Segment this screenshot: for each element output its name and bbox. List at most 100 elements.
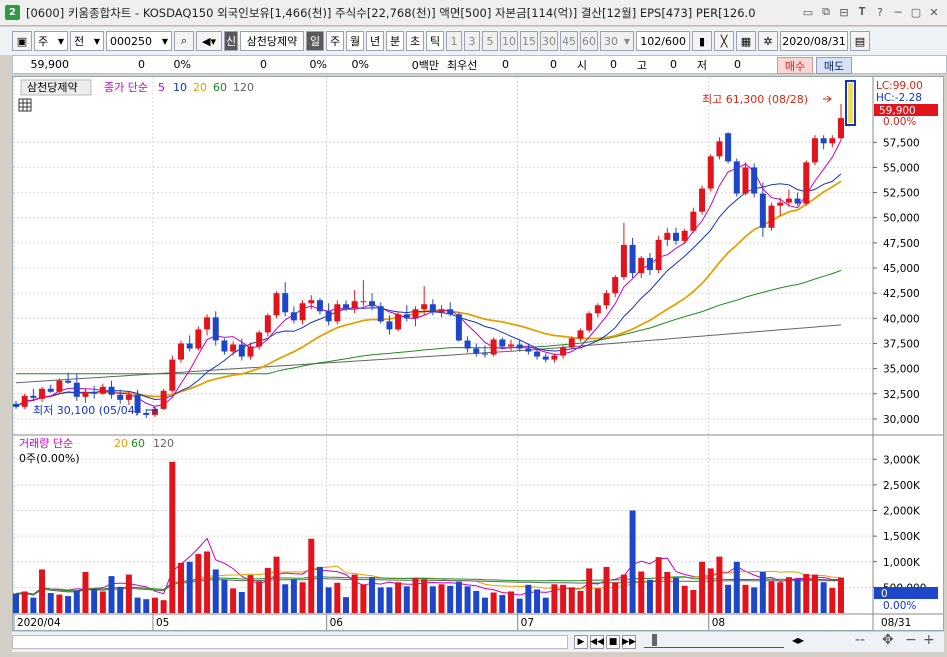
volume-bar xyxy=(838,577,844,613)
volume-legend-ma20: 20 xyxy=(114,437,128,450)
low-value: 0 xyxy=(734,58,741,71)
interval-value: 30 xyxy=(604,34,618,48)
volume-bar xyxy=(620,574,627,613)
zoom-in-icon[interactable]: + xyxy=(923,632,935,648)
dash-zoom-icon[interactable]: -- xyxy=(855,632,865,648)
save-screen-icon[interactable]: ⊟ xyxy=(837,4,851,20)
candle-body xyxy=(612,277,619,294)
tab-minute[interactable]: 분 xyxy=(386,31,404,51)
volume-bar xyxy=(204,551,211,613)
candle-body xyxy=(143,412,150,415)
date-input[interactable]: 2020/08/31 xyxy=(780,31,848,51)
sell-button[interactable]: 매도 xyxy=(816,57,852,74)
minute-option[interactable]: 10 xyxy=(500,31,518,51)
tab-week[interactable]: 주 xyxy=(326,31,344,51)
save-icon[interactable]: ▦ xyxy=(736,31,756,51)
interval-select[interactable]: 30 ▼ xyxy=(600,31,634,51)
zoom-out-icon[interactable]: − xyxy=(905,632,917,648)
candle-body xyxy=(73,382,80,397)
help-icon[interactable]: ? xyxy=(873,4,887,20)
candle-body xyxy=(499,339,506,347)
candle-body xyxy=(803,162,810,204)
window-title: [0600] 키움종합차트 - KOSDAQ150 외국인보유[1,466(천)… xyxy=(26,5,756,20)
candle-body xyxy=(221,340,228,352)
data-count-input[interactable]: 102/600 xyxy=(636,31,690,51)
volume-bar xyxy=(264,567,271,613)
close-icon[interactable]: ✕ xyxy=(927,4,941,20)
candlestick-chart[interactable]: 57,500 55,000 52,500 50,000 47,500 45,000 42,5… xyxy=(13,77,943,630)
rewind-icon[interactable]: ◀◀ xyxy=(590,635,604,649)
minute-option[interactable]: 1 xyxy=(446,31,462,51)
minute-option[interactable]: 3 xyxy=(464,31,480,51)
volume-value: 0 xyxy=(260,58,267,71)
volume-bar xyxy=(455,581,462,613)
buy-button[interactable]: 매수 xyxy=(777,57,813,74)
candle-body xyxy=(360,301,367,303)
volume-bar xyxy=(143,599,150,613)
stop-icon[interactable]: ■ xyxy=(606,635,620,649)
candle-body xyxy=(551,355,558,360)
minute-option[interactable]: 30 xyxy=(540,31,558,51)
line-tool-icon[interactable]: ╳ xyxy=(714,31,734,51)
maximize-icon[interactable]: ▢ xyxy=(909,4,923,20)
data-count-total: /600 xyxy=(661,34,686,48)
volume-bar xyxy=(247,575,254,613)
candle-body xyxy=(369,301,376,307)
candle-body xyxy=(82,391,89,397)
tab-second[interactable]: 초 xyxy=(406,31,424,51)
candle-body xyxy=(56,380,63,392)
market-select[interactable]: 전 ▼ xyxy=(70,31,104,51)
low-annotation: 최저 30,100 (05/04) xyxy=(33,404,139,417)
fast-forward-icon[interactable]: ▶▶ xyxy=(622,635,636,649)
minute-option[interactable]: 15 xyxy=(520,31,538,51)
candle-body xyxy=(577,330,584,339)
calendar-icon[interactable]: ▤ xyxy=(850,31,870,51)
volume-bar xyxy=(707,568,714,613)
best-quote-label: 최우선 xyxy=(447,58,478,72)
candle-body xyxy=(316,300,323,312)
volume-bar xyxy=(629,510,636,613)
chart-scrollbar[interactable] xyxy=(12,635,568,649)
zoom-slider[interactable] xyxy=(644,636,784,648)
gear-icon[interactable]: ✲ xyxy=(758,31,778,51)
tab-day[interactable]: 일 xyxy=(306,31,324,51)
volume-bar xyxy=(777,582,784,613)
volume-bar xyxy=(603,566,610,613)
sound-icon[interactable]: ◀▾ xyxy=(196,31,222,51)
volume-bar xyxy=(655,557,662,613)
chart-area[interactable]: 57,500 55,000 52,500 50,000 47,500 45,000 42,5… xyxy=(12,76,944,631)
search-icon[interactable]: ⌕ xyxy=(174,31,194,51)
move-icon[interactable]: ✥ xyxy=(882,632,894,648)
minimize-icon[interactable]: ─ xyxy=(891,4,905,20)
data-count-value: 102 xyxy=(640,34,662,48)
volume-bar xyxy=(794,579,801,613)
tab-month[interactable]: 월 xyxy=(346,31,364,51)
tab-tick[interactable]: 틱 xyxy=(426,31,444,51)
scroll-left-right-icon[interactable]: ◂▸ xyxy=(792,633,804,647)
tab-year[interactable]: 년 xyxy=(366,31,384,51)
volume-bar xyxy=(464,586,471,613)
restore-icon[interactable]: ▭ xyxy=(801,4,815,20)
candle-body xyxy=(664,232,671,240)
layout-icon[interactable]: ▣ xyxy=(12,31,32,51)
candle-type-icon[interactable]: ▮ xyxy=(692,31,712,51)
font-size-icon[interactable]: 𝐓 xyxy=(855,4,869,20)
candle-body xyxy=(481,353,488,355)
minute-option[interactable]: 60 xyxy=(580,31,598,51)
current-bar-highlight-fill xyxy=(848,83,853,123)
zoom-slider-thumb[interactable] xyxy=(652,634,657,646)
duplicate-window-icon[interactable]: ⧉ xyxy=(819,4,833,20)
volume-bar xyxy=(577,590,584,613)
price-tick-label: 42,500 xyxy=(883,288,920,300)
period-select[interactable]: 주 ▼ xyxy=(34,31,68,51)
volume-bar xyxy=(638,571,645,613)
volume-bar xyxy=(803,574,810,613)
candle-body xyxy=(525,348,532,352)
minute-option[interactable]: 5 xyxy=(482,31,498,51)
volume-bar xyxy=(395,582,402,613)
table-icon[interactable] xyxy=(18,98,32,112)
scroll-right-icon[interactable]: ▶ xyxy=(574,635,588,649)
minute-option[interactable]: 45 xyxy=(560,31,578,51)
chevron-down-icon: ▼ xyxy=(623,36,630,46)
stock-code-input[interactable]: 000250 ▼ xyxy=(106,31,172,51)
